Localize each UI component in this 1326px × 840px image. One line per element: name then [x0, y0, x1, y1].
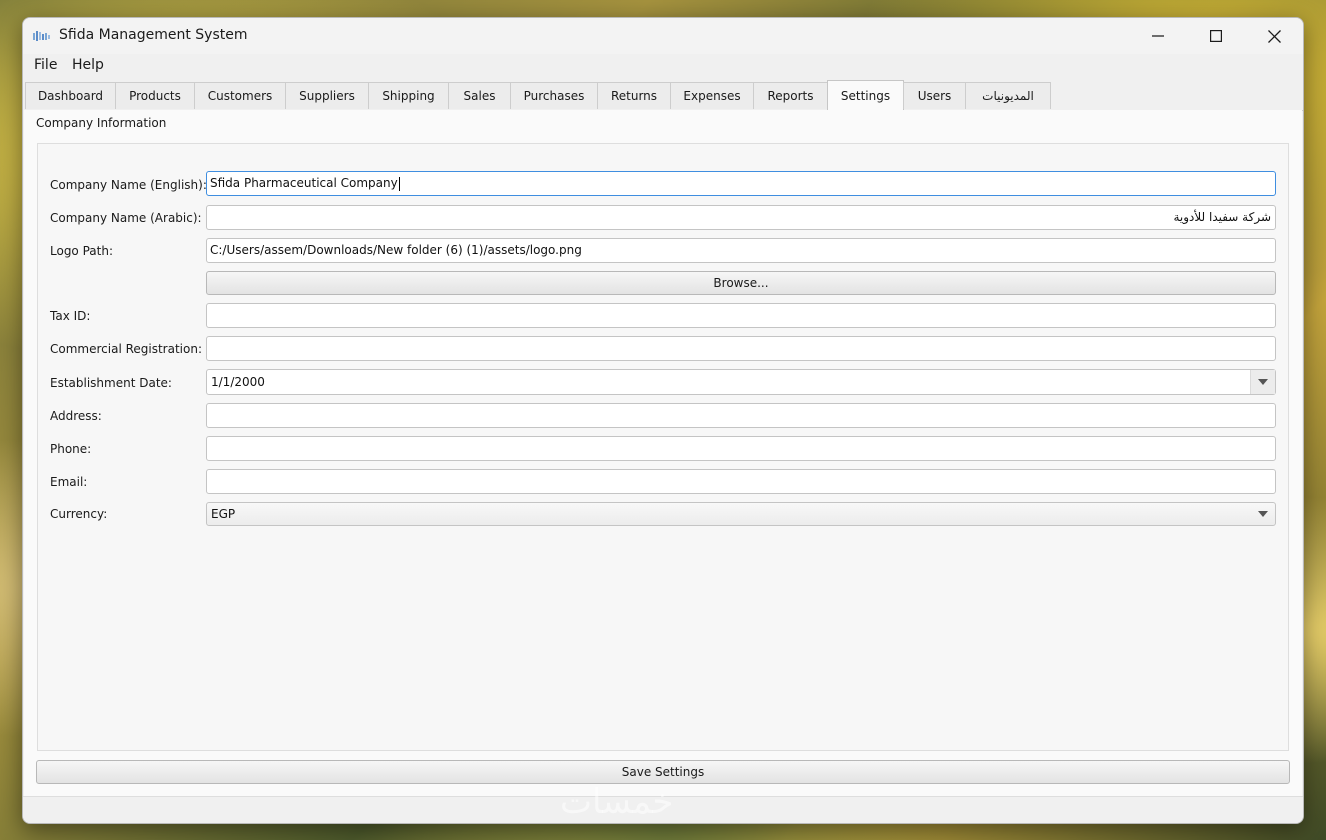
company-name-en-input[interactable]: Sfida Pharmaceutical Company — [206, 171, 1276, 196]
app-window: Sfida Management System File Help Dashbo… — [22, 17, 1304, 824]
currency-label: Currency: — [50, 507, 108, 521]
tab-purchases[interactable]: Purchases — [510, 82, 598, 109]
establishment-date-value: 1/1/2000 — [211, 375, 265, 389]
tab-reports[interactable]: Reports — [753, 82, 828, 109]
minimize-button[interactable] — [1129, 18, 1187, 54]
chevron-down-icon — [1258, 379, 1268, 385]
phone-label: Phone: — [50, 442, 92, 456]
title-bar[interactable]: Sfida Management System — [23, 18, 1303, 54]
minimize-icon — [1152, 35, 1164, 37]
company-name-ar-label: Company Name (Arabic): — [50, 211, 202, 225]
tab-customers[interactable]: Customers — [194, 82, 286, 109]
phone-input[interactable] — [206, 436, 1276, 461]
browse-button[interactable]: Browse... — [206, 271, 1276, 295]
tab-sales[interactable]: Sales — [448, 82, 511, 109]
logo-path-input[interactable]: C:/Users/assem/Downloads/New folder (6) … — [206, 238, 1276, 263]
save-settings-button[interactable]: Save Settings — [36, 760, 1290, 784]
tab-expenses[interactable]: Expenses — [670, 82, 754, 109]
establishment-date-label: Establishment Date: — [50, 376, 172, 390]
tab-products[interactable]: Products — [115, 82, 195, 109]
address-input[interactable] — [206, 403, 1276, 428]
logo-path-label: Logo Path: — [50, 244, 113, 258]
commercial-registration-input[interactable] — [206, 336, 1276, 361]
group-title: Company Information — [36, 116, 167, 130]
email-label: Email: — [50, 475, 88, 489]
tab-returns[interactable]: Returns — [597, 82, 671, 109]
app-logo-icon — [33, 31, 50, 41]
tax-id-label: Tax ID: — [50, 309, 91, 323]
email-input[interactable] — [206, 469, 1276, 494]
company-name-en-label: Company Name (English): — [50, 178, 207, 192]
menu-bar: File Help — [23, 56, 1303, 78]
date-dropdown-button[interactable] — [1250, 370, 1275, 394]
menu-file[interactable]: File — [34, 57, 57, 73]
window-title: Sfida Management System — [59, 27, 248, 43]
tab-users[interactable]: Users — [903, 82, 966, 109]
currency-select[interactable]: EGP — [206, 502, 1276, 526]
tax-id-input[interactable] — [206, 303, 1276, 328]
close-button[interactable] — [1245, 18, 1303, 54]
company-name-ar-input[interactable]: شركة سفيدا للأدوية — [206, 205, 1276, 230]
tab-debts[interactable]: المديونيات — [965, 82, 1051, 109]
establishment-date-picker[interactable]: 1/1/2000 — [206, 369, 1276, 395]
tab-settings[interactable]: Settings — [827, 80, 904, 111]
company-name-en-value: Sfida Pharmaceutical Company — [210, 176, 398, 190]
currency-dropdown-button[interactable] — [1251, 503, 1275, 525]
address-label: Address: — [50, 409, 102, 423]
maximize-button[interactable] — [1187, 18, 1245, 54]
menu-help[interactable]: Help — [72, 57, 104, 73]
settings-panel: Company Information Company Name (Englis… — [24, 110, 1302, 796]
close-icon — [1267, 29, 1281, 43]
maximize-icon — [1210, 30, 1222, 42]
tab-suppliers[interactable]: Suppliers — [285, 82, 369, 109]
tab-bar: Dashboard Products Customers Suppliers S… — [25, 80, 1303, 111]
watermark-logo: خمسات — [560, 782, 674, 822]
tab-shipping[interactable]: Shipping — [368, 82, 449, 109]
text-caret — [398, 176, 400, 191]
tab-dashboard[interactable]: Dashboard — [25, 82, 116, 109]
chevron-down-icon — [1258, 511, 1268, 517]
currency-value: EGP — [211, 507, 236, 521]
commercial-registration-label: Commercial Registration: — [50, 342, 202, 356]
